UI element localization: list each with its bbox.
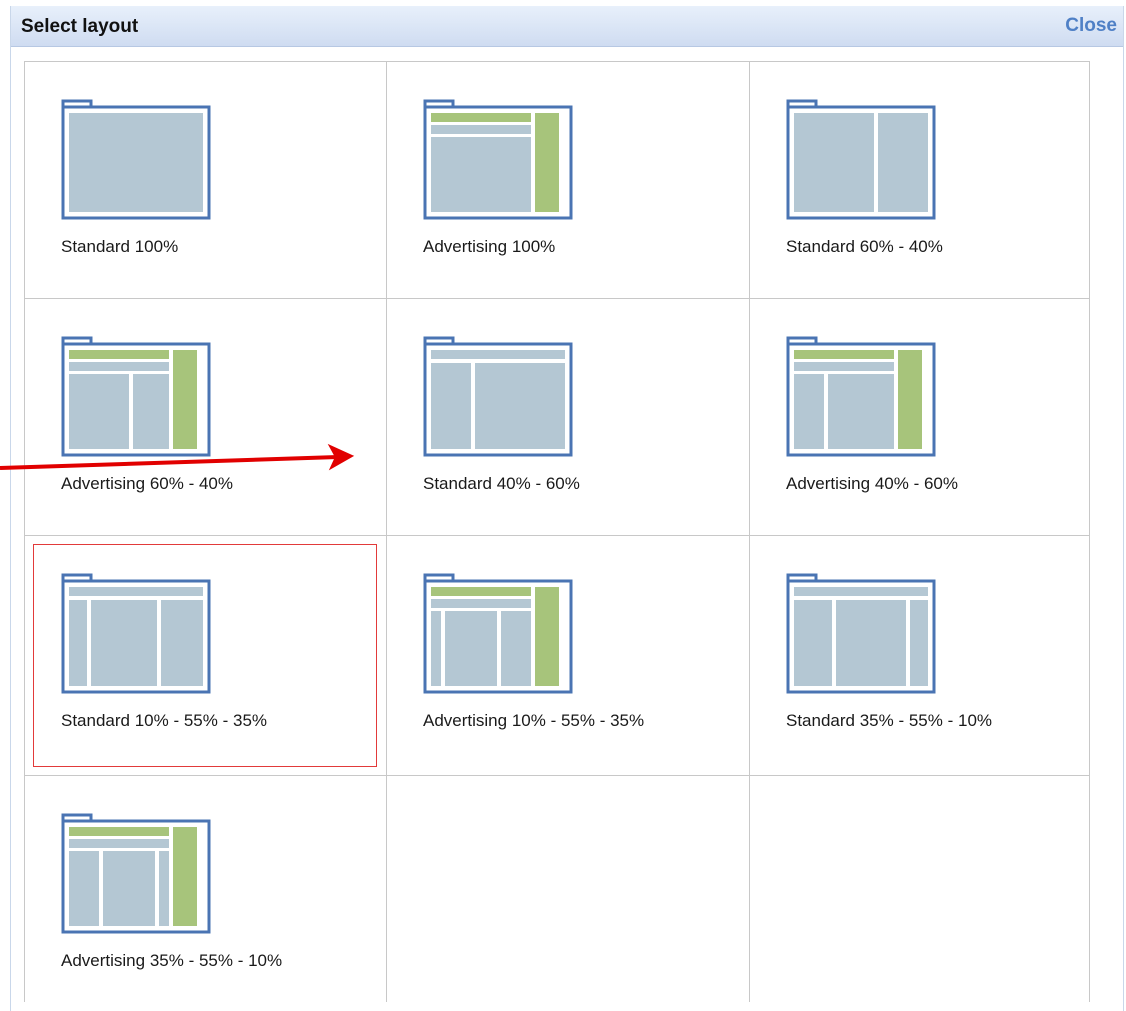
- layout-advertising-10-55-35-icon: [423, 573, 573, 694]
- empty-cell: [387, 776, 750, 1002]
- layout-advertising-35-55-10-icon: [61, 813, 211, 934]
- dialog-title: Select layout: [21, 16, 139, 37]
- layout-option-standard-35-55-10[interactable]: Standard 35% - 55% - 10%: [750, 536, 1090, 776]
- empty-cell: [750, 776, 1090, 1002]
- layout-option-advertising-10-55-35[interactable]: Advertising 10% - 55% - 35%: [387, 536, 750, 776]
- layout-standard-100-icon: [61, 99, 211, 220]
- layout-option-advertising-60-40[interactable]: Advertising 60% - 40%: [25, 299, 387, 536]
- layout-option-label: Advertising 60% - 40%: [61, 474, 233, 493]
- dialog-titlebar: Select layout Close: [11, 6, 1123, 47]
- layout-option-standard-40-60[interactable]: Standard 40% - 60%: [387, 299, 750, 536]
- layout-option-label: Advertising 35% - 55% - 10%: [61, 951, 283, 970]
- layout-option-label: Advertising 40% - 60%: [786, 474, 958, 493]
- layout-option-advertising-35-55-10[interactable]: Advertising 35% - 55% - 10%: [25, 776, 387, 1002]
- layout-option-label: Standard 60% - 40%: [786, 237, 943, 256]
- layout-option-advertising-40-60[interactable]: Advertising 40% - 60%: [750, 299, 1090, 536]
- layout-option-label: Standard 100%: [61, 237, 179, 256]
- layout-option-advertising-100[interactable]: Advertising 100%: [387, 62, 750, 299]
- layout-option-standard-100[interactable]: Standard 100%: [25, 62, 387, 299]
- close-link[interactable]: Close: [1065, 15, 1117, 37]
- layout-option-label: Standard 10% - 55% - 35%: [61, 711, 268, 730]
- layout-standard-60-40-icon: [786, 99, 936, 220]
- layout-standard-35-55-10-icon: [786, 573, 936, 694]
- layout-grid: Standard 100% Advertising 100% Standard …: [24, 61, 1090, 1002]
- layout-option-label: Standard 35% - 55% - 10%: [786, 711, 993, 730]
- layout-option-label: Advertising 100%: [423, 237, 556, 256]
- layout-advertising-40-60-icon: [786, 336, 936, 457]
- layout-option-standard-10-55-35[interactable]: Standard 10% - 55% - 35%: [25, 536, 387, 776]
- layout-option-label: Standard 40% - 60%: [423, 474, 580, 493]
- layout-standard-10-55-35-icon: [61, 573, 211, 694]
- layout-standard-40-60-icon: [423, 336, 573, 457]
- layout-option-standard-60-40[interactable]: Standard 60% - 40%: [750, 62, 1090, 299]
- layout-option-label: Advertising 10% - 55% - 35%: [423, 711, 645, 730]
- layout-advertising-60-40-icon: [61, 336, 211, 457]
- layout-advertising-100-icon: [423, 99, 573, 220]
